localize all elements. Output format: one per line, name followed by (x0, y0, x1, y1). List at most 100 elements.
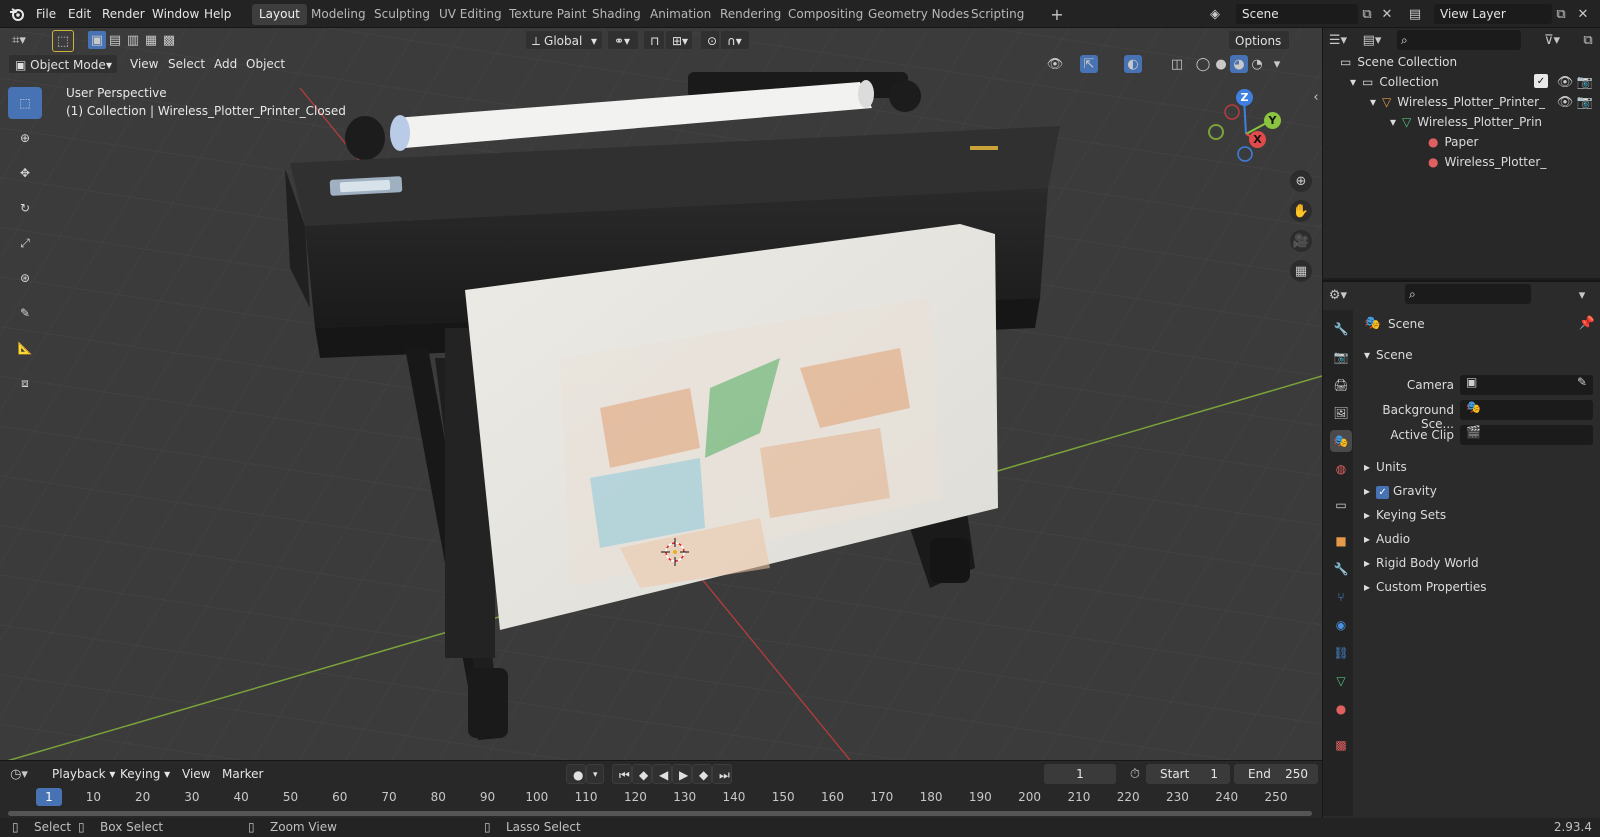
tab-compositing[interactable]: Compositing (781, 4, 870, 25)
jump-end-button[interactable]: ⏭ (712, 764, 732, 784)
properties-options-icon[interactable]: ▾ (1573, 286, 1591, 304)
tab-tool-icon[interactable]: 🔧 (1330, 318, 1352, 340)
outliner-search-input[interactable]: ⌕ (1397, 30, 1521, 50)
menu-view[interactable]: View (124, 53, 164, 75)
section-keying-sets[interactable]: ▸ Keying Sets (1364, 508, 1446, 522)
outliner-row-object[interactable]: ▾ ▽ Wireless_Plotter_Printer_ (1370, 92, 1545, 112)
scale-tool[interactable]: ⤢ (8, 227, 42, 259)
proportional-falloff-dropdown[interactable]: ∩▾ (720, 30, 750, 50)
end-frame-field[interactable]: End 250 (1234, 764, 1318, 784)
menu-add[interactable]: Add (208, 53, 243, 75)
menu-select[interactable]: Select (162, 53, 211, 75)
filter-icon[interactable]: ⊽▾ (1543, 31, 1561, 49)
gizmo-z-axis[interactable]: Z (1236, 89, 1253, 106)
keying-options-dropdown[interactable]: ▾ (586, 764, 604, 784)
eyedropper-icon[interactable]: ✎ (1577, 375, 1587, 389)
material-shading-icon[interactable]: ◕ (1230, 55, 1248, 73)
delete-view-layer-icon[interactable]: ✕ (1574, 5, 1592, 23)
play-reverse-button[interactable]: ◀ (652, 764, 672, 784)
exclude-checkbox-icon[interactable]: ✓ (1534, 74, 1548, 88)
tab-uv-editing[interactable]: UV Editing (432, 4, 509, 25)
pin-icon[interactable]: 📌 (1578, 314, 1596, 332)
wireframe-shading-icon[interactable]: ◯ (1194, 55, 1212, 73)
navigation-gizmo[interactable]: Z Y X (1202, 84, 1292, 174)
collection-visibility-icon[interactable]: 👁 (1556, 73, 1574, 91)
scene-icon[interactable]: ◈ (1206, 5, 1224, 23)
snap-toggle[interactable]: ⊓ (643, 30, 665, 50)
tab-scene-icon[interactable]: 🎭 (1330, 430, 1352, 452)
prev-keyframe-button[interactable]: ◆ (632, 764, 652, 784)
current-frame-field[interactable]: 1 (1044, 764, 1116, 784)
display-mode-icon[interactable]: ▤▾ (1363, 31, 1382, 49)
view-layer-icon[interactable]: ▤ (1406, 5, 1424, 23)
camera-view-icon[interactable]: 🎥 (1290, 230, 1312, 252)
cursor-tool[interactable]: ⊕ (8, 122, 42, 154)
tab-sculpting[interactable]: Sculpting (367, 4, 437, 25)
overlay-toggle-icon[interactable]: ◐ (1124, 55, 1142, 73)
play-button[interactable]: ▶ (672, 764, 692, 784)
section-gravity[interactable]: ▸ ✓ Gravity (1364, 484, 1437, 499)
proportional-edit-toggle[interactable]: ⊙ (700, 30, 720, 50)
xray-toggle-icon[interactable]: ◫ (1168, 55, 1186, 73)
add-cube-tool[interactable]: ⧈ (8, 367, 42, 399)
select-mode-intersect-icon[interactable]: ▩ (160, 31, 178, 49)
section-custom-properties[interactable]: ▸ Custom Properties (1364, 580, 1486, 594)
transform-tool[interactable]: ⊛ (8, 262, 42, 294)
camera-field[interactable]: ▣ ✎ (1460, 375, 1593, 395)
gravity-checkbox[interactable]: ✓ (1376, 486, 1390, 499)
new-view-layer-icon[interactable]: ⧉ (1552, 5, 1570, 23)
perspective-grid-icon[interactable]: ▦ (1290, 260, 1312, 282)
gizmo-x-axis[interactable]: X (1249, 131, 1266, 148)
next-keyframe-button[interactable]: ◆ (692, 764, 712, 784)
solid-shading-icon[interactable]: ● (1212, 55, 1230, 73)
select-mode-extend-icon[interactable]: ▤ (106, 31, 124, 49)
jump-start-button[interactable]: ⏮ (612, 764, 632, 784)
rotate-tool[interactable]: ↻ (8, 192, 42, 224)
select-tool-icon[interactable]: ⬚ (52, 30, 74, 52)
select-box-tool[interactable]: ⬚ (8, 87, 42, 119)
view-layer-selector[interactable]: View Layer (1434, 4, 1552, 24)
active-clip-field[interactable]: 🎬 (1460, 425, 1593, 445)
properties-search-input[interactable]: ⌕ (1405, 284, 1531, 304)
section-audio[interactable]: ▸ Audio (1364, 532, 1410, 546)
3d-viewport[interactable]: User Perspective (1) Collection | Wirele… (0, 28, 1322, 760)
tab-geometry-nodes[interactable]: Geometry Nodes (861, 4, 976, 25)
scene-panel-title[interactable]: ▾ Scene (1364, 348, 1413, 362)
pan-hand-icon[interactable]: ✋ (1290, 200, 1312, 222)
new-scene-icon[interactable]: ⧉ (1358, 5, 1376, 23)
select-mode-new-icon[interactable]: ▣ (88, 31, 106, 49)
tab-shading[interactable]: Shading (585, 4, 648, 25)
background-scene-field[interactable]: 🎭 (1460, 400, 1593, 420)
tab-rendering[interactable]: Rendering (713, 4, 788, 25)
tab-object-icon[interactable]: ■ (1330, 530, 1352, 552)
measure-tool[interactable]: 📐 (8, 332, 42, 364)
transform-orientation-dropdown[interactable]: ⟂ Global ▾ (525, 30, 603, 50)
object-render-icon[interactable]: 📷 (1576, 93, 1594, 111)
new-collection-icon[interactable]: ⧉ (1579, 31, 1597, 49)
tab-physics-icon[interactable]: ◉ (1330, 614, 1352, 636)
tab-data-icon[interactable]: ▽ (1330, 670, 1352, 692)
tab-animation[interactable]: Animation (643, 4, 718, 25)
object-visibility-icon[interactable]: 👁 (1556, 93, 1574, 111)
outliner-row-collection[interactable]: ▾ ▭ Collection (1350, 72, 1439, 92)
scene-selector[interactable]: Scene (1236, 4, 1358, 24)
rendered-shading-icon[interactable]: ◔ (1248, 55, 1266, 73)
menu-timeline-view[interactable]: View (176, 763, 216, 785)
menu-marker[interactable]: Marker (216, 763, 269, 785)
select-mode-invert-icon[interactable]: ▦ (142, 31, 160, 49)
tab-particles-icon[interactable]: ⑂ (1330, 586, 1352, 608)
sidebar-toggle-icon[interactable]: ‹ (1310, 88, 1322, 106)
tab-constraints-icon[interactable]: ⛓ (1330, 642, 1352, 664)
tab-material-icon[interactable]: ● (1330, 698, 1352, 720)
select-mode-subtract-icon[interactable]: ▥ (124, 31, 142, 49)
section-rigid-body-world[interactable]: ▸ Rigid Body World (1364, 556, 1479, 570)
playhead[interactable]: 1 (36, 788, 62, 806)
outliner-row-material-plotter[interactable]: ● Wireless_Plotter_ (1428, 152, 1546, 172)
tab-world-icon[interactable]: ◍ (1330, 458, 1352, 480)
tab-scripting[interactable]: Scripting (964, 4, 1031, 25)
auto-keying-toggle[interactable]: ● (566, 764, 586, 784)
gizmo-toggle-icon[interactable]: ⇱ (1080, 55, 1098, 73)
editor-type-icon[interactable]: ⌗▾ (10, 31, 28, 49)
snap-target-dropdown[interactable]: ⊞▾ (665, 30, 693, 50)
outliner-row-scene-collection[interactable]: ▭ Scene Collection (1340, 52, 1457, 72)
